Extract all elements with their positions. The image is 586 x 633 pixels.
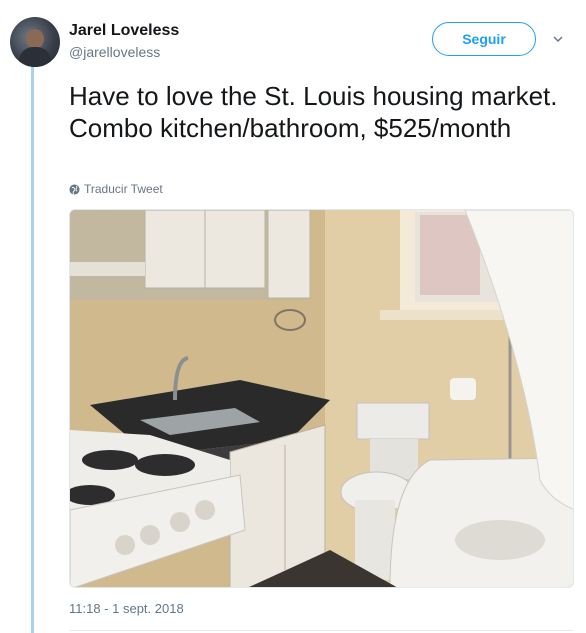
divider bbox=[69, 630, 574, 631]
tweet-text: Have to love the St. Louis housing marke… bbox=[69, 81, 558, 143]
thread-line bbox=[31, 64, 34, 633]
follow-button[interactable]: Seguir bbox=[432, 22, 536, 56]
chevron-down-icon[interactable] bbox=[553, 34, 563, 44]
avatar[interactable] bbox=[10, 17, 60, 67]
author-display-name[interactable]: Jarel Loveless bbox=[69, 22, 179, 40]
globe-icon bbox=[69, 183, 80, 195]
tweet-photo[interactable] bbox=[69, 209, 574, 588]
tweet-timestamp[interactable]: 11:18 - 1 sept. 2018 bbox=[69, 601, 184, 616]
photo-kitchen-bathroom-icon bbox=[70, 210, 573, 587]
author-handle[interactable]: @jarelloveless bbox=[69, 44, 160, 60]
translate-tweet-link[interactable]: Traducir Tweet bbox=[69, 182, 163, 196]
translate-label: Traducir Tweet bbox=[84, 182, 163, 196]
